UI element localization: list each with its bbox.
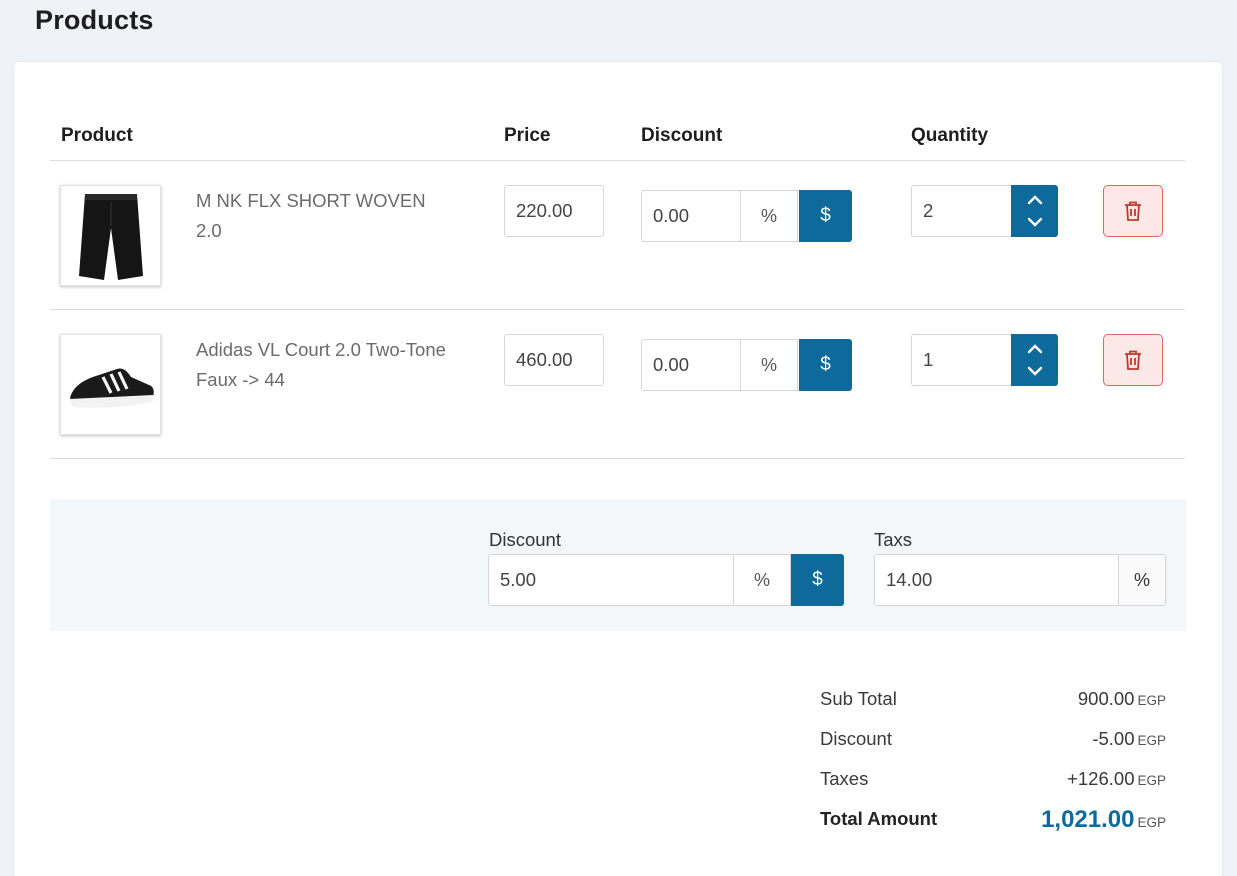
taxes-percent-addon: % [1118, 554, 1166, 606]
price-input[interactable]: 460.00 [504, 334, 604, 386]
quantity-stepper[interactable] [1011, 334, 1058, 386]
discount-fixed-toggle[interactable]: $ [799, 190, 852, 242]
product-image-shorts [60, 185, 161, 286]
trash-icon [1125, 350, 1141, 370]
product-name: M NK FLX SHORT WOVEN 2.0 [196, 190, 426, 241]
discount-fixed-toggle[interactable]: $ [799, 339, 852, 391]
order-discount-input[interactable]: 5.00 [488, 554, 734, 606]
product-name: Adidas VL Court 2.0 Two-Tone Faux -> 44 [196, 339, 446, 390]
subtotal-label: Sub Total [820, 688, 897, 709]
discount-percent-toggle[interactable]: % [740, 339, 798, 391]
row-divider [50, 458, 1185, 459]
chevron-down-icon[interactable] [1027, 366, 1043, 376]
subtotal-value: 900.00 EGP [1077, 688, 1166, 709]
row-discount-input[interactable]: 0.00 [641, 339, 741, 391]
column-header-price: Price [504, 125, 551, 146]
order-discount-percent-toggle[interactable]: % [733, 554, 791, 606]
sneaker-image [68, 367, 154, 408]
summary-discount-value: -5.00 EGP [1092, 728, 1166, 749]
column-header-discount: Discount [641, 125, 723, 146]
quantity-input[interactable]: 1 [911, 334, 1012, 386]
summary-discount-label: Discount [820, 728, 892, 749]
taxes-input[interactable]: 14.00 [874, 554, 1119, 606]
chevron-down-icon[interactable] [1027, 217, 1043, 227]
row-divider [50, 309, 1185, 310]
adjustments-panel: Discount 5.00 % $ Taxs 14.00 % [50, 499, 1186, 631]
total-amount-value: 1,021.00 EGP [1041, 806, 1166, 833]
page-title: Products [35, 5, 154, 35]
summary-taxes-label: Taxes [820, 768, 869, 789]
shorts-image [78, 193, 143, 280]
discount-label: Discount [489, 529, 561, 550]
chevron-up-icon[interactable] [1027, 344, 1043, 354]
chevron-up-icon[interactable] [1027, 195, 1043, 205]
order-discount-fixed-toggle[interactable]: $ [791, 554, 844, 606]
taxes-label: Taxs [874, 529, 913, 550]
total-amount-label: Total Amount [820, 808, 938, 829]
product-image-sneaker [60, 334, 161, 435]
column-header-product: Product [61, 125, 133, 146]
delete-row-button[interactable] [1103, 185, 1163, 237]
discount-percent-toggle[interactable]: % [740, 190, 798, 242]
price-input[interactable]: 220.00 [504, 185, 604, 237]
quantity-input[interactable]: 2 [911, 185, 1012, 237]
delete-row-button[interactable] [1103, 334, 1163, 386]
quantity-stepper[interactable] [1011, 185, 1058, 237]
column-header-quantity: Quantity [911, 125, 989, 146]
summary-taxes-value: +126.00 EGP [1067, 768, 1166, 789]
products-card: Product Price Discount Quantity M NK FLX… [14, 62, 1222, 876]
header-divider [50, 160, 1185, 161]
trash-icon [1125, 201, 1141, 221]
row-discount-input[interactable]: 0.00 [641, 190, 741, 242]
